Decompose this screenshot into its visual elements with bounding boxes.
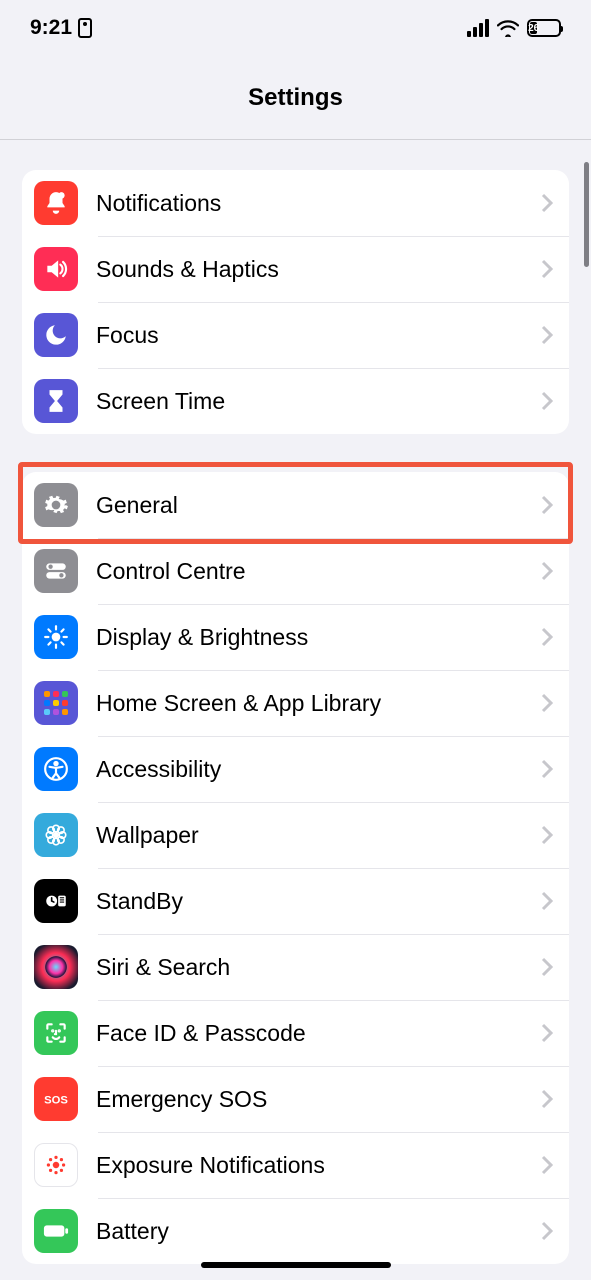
siri-icon xyxy=(34,945,78,989)
chevron-right-icon xyxy=(541,825,553,845)
settings-group: Notifications Sounds & Haptics Focus Screen… xyxy=(22,170,569,434)
bell-icon xyxy=(34,181,78,225)
settings-row-label: Face ID & Passcode xyxy=(96,1020,541,1047)
chevron-right-icon xyxy=(541,1023,553,1043)
settings-row-sounds-haptics[interactable]: Sounds & Haptics xyxy=(22,236,569,302)
settings-row-label: Battery xyxy=(96,1218,541,1245)
chevron-right-icon xyxy=(541,495,553,515)
orientation-lock-icon xyxy=(78,18,92,38)
chevron-right-icon xyxy=(541,561,553,581)
chevron-right-icon xyxy=(541,325,553,345)
moon-icon xyxy=(34,313,78,357)
chevron-right-icon xyxy=(541,759,553,779)
battery-indicator: 26 xyxy=(527,19,561,37)
settings-row-label: StandBy xyxy=(96,888,541,915)
status-time-area: 9:21 xyxy=(30,16,92,40)
settings-row-standby[interactable]: StandBy xyxy=(22,868,569,934)
page-title: Settings xyxy=(248,84,343,112)
settings-row-emergency-sos[interactable]: SOS Emergency SOS xyxy=(22,1066,569,1132)
settings-row-label: Screen Time xyxy=(96,388,541,415)
settings-row-label: Siri & Search xyxy=(96,954,541,981)
settings-row-label: Control Centre xyxy=(96,558,541,585)
chevron-right-icon xyxy=(541,693,553,713)
battery-icon xyxy=(34,1209,78,1253)
sos-icon: SOS xyxy=(34,1077,78,1121)
settings-row-exposure-notifications[interactable]: Exposure Notifications xyxy=(22,1132,569,1198)
settings-row-label: Sounds & Haptics xyxy=(96,256,541,283)
settings-row-control-centre[interactable]: Control Centre xyxy=(22,538,569,604)
nav-header: Settings xyxy=(0,56,591,140)
settings-row-label: Wallpaper xyxy=(96,822,541,849)
settings-row-label: Home Screen & App Library xyxy=(96,690,541,717)
settings-row-battery[interactable]: Battery xyxy=(22,1198,569,1264)
speaker-icon xyxy=(34,247,78,291)
chevron-right-icon xyxy=(541,1089,553,1109)
settings-row-display-brightness[interactable]: Display & Brightness xyxy=(22,604,569,670)
settings-row-label: Focus xyxy=(96,322,541,349)
chevron-right-icon xyxy=(541,627,553,647)
flower-icon xyxy=(34,813,78,857)
switches-icon xyxy=(34,549,78,593)
svg-text:SOS: SOS xyxy=(44,1094,68,1106)
chevron-right-icon xyxy=(541,891,553,911)
cellular-signal-icon xyxy=(467,19,489,37)
status-bar: 9:21 26 xyxy=(0,0,591,56)
settings-row-wallpaper[interactable]: Wallpaper xyxy=(22,802,569,868)
settings-list: Notifications Sounds & Haptics Focus Screen… xyxy=(0,140,591,1264)
standby-icon xyxy=(34,879,78,923)
accessibility-icon xyxy=(34,747,78,791)
settings-row-focus[interactable]: Focus xyxy=(22,302,569,368)
home-indicator[interactable] xyxy=(201,1262,391,1268)
chevron-right-icon xyxy=(541,1221,553,1241)
settings-row-screen-time[interactable]: Screen Time xyxy=(22,368,569,434)
settings-group: General Control Centre Display & Brightnes… xyxy=(22,472,569,1264)
chevron-right-icon xyxy=(541,1155,553,1175)
chevron-right-icon xyxy=(541,391,553,411)
scroll-indicator[interactable] xyxy=(584,162,589,267)
settings-row-label: Exposure Notifications xyxy=(96,1152,541,1179)
settings-row-label: General xyxy=(96,492,541,519)
wifi-icon xyxy=(497,19,519,37)
settings-row-siri-search[interactable]: Siri & Search xyxy=(22,934,569,1000)
battery-percent: 26 xyxy=(528,23,539,34)
chevron-right-icon xyxy=(541,193,553,213)
settings-row-label: Display & Brightness xyxy=(96,624,541,651)
settings-row-face-id[interactable]: Face ID & Passcode xyxy=(22,1000,569,1066)
grid-icon xyxy=(34,681,78,725)
settings-row-home-screen[interactable]: Home Screen & App Library xyxy=(22,670,569,736)
chevron-right-icon xyxy=(541,957,553,977)
faceid-icon xyxy=(34,1011,78,1055)
settings-row-label: Accessibility xyxy=(96,756,541,783)
settings-row-accessibility[interactable]: Accessibility xyxy=(22,736,569,802)
status-time: 9:21 xyxy=(30,16,72,40)
battery-fill: 26 xyxy=(530,22,537,34)
hourglass-icon xyxy=(34,379,78,423)
settings-row-general[interactable]: General xyxy=(22,472,569,538)
settings-row-label: Emergency SOS xyxy=(96,1086,541,1113)
sun-icon xyxy=(34,615,78,659)
settings-row-label: Notifications xyxy=(96,190,541,217)
exposure-icon xyxy=(34,1143,78,1187)
settings-row-notifications[interactable]: Notifications xyxy=(22,170,569,236)
chevron-right-icon xyxy=(541,259,553,279)
gear-icon xyxy=(34,483,78,527)
